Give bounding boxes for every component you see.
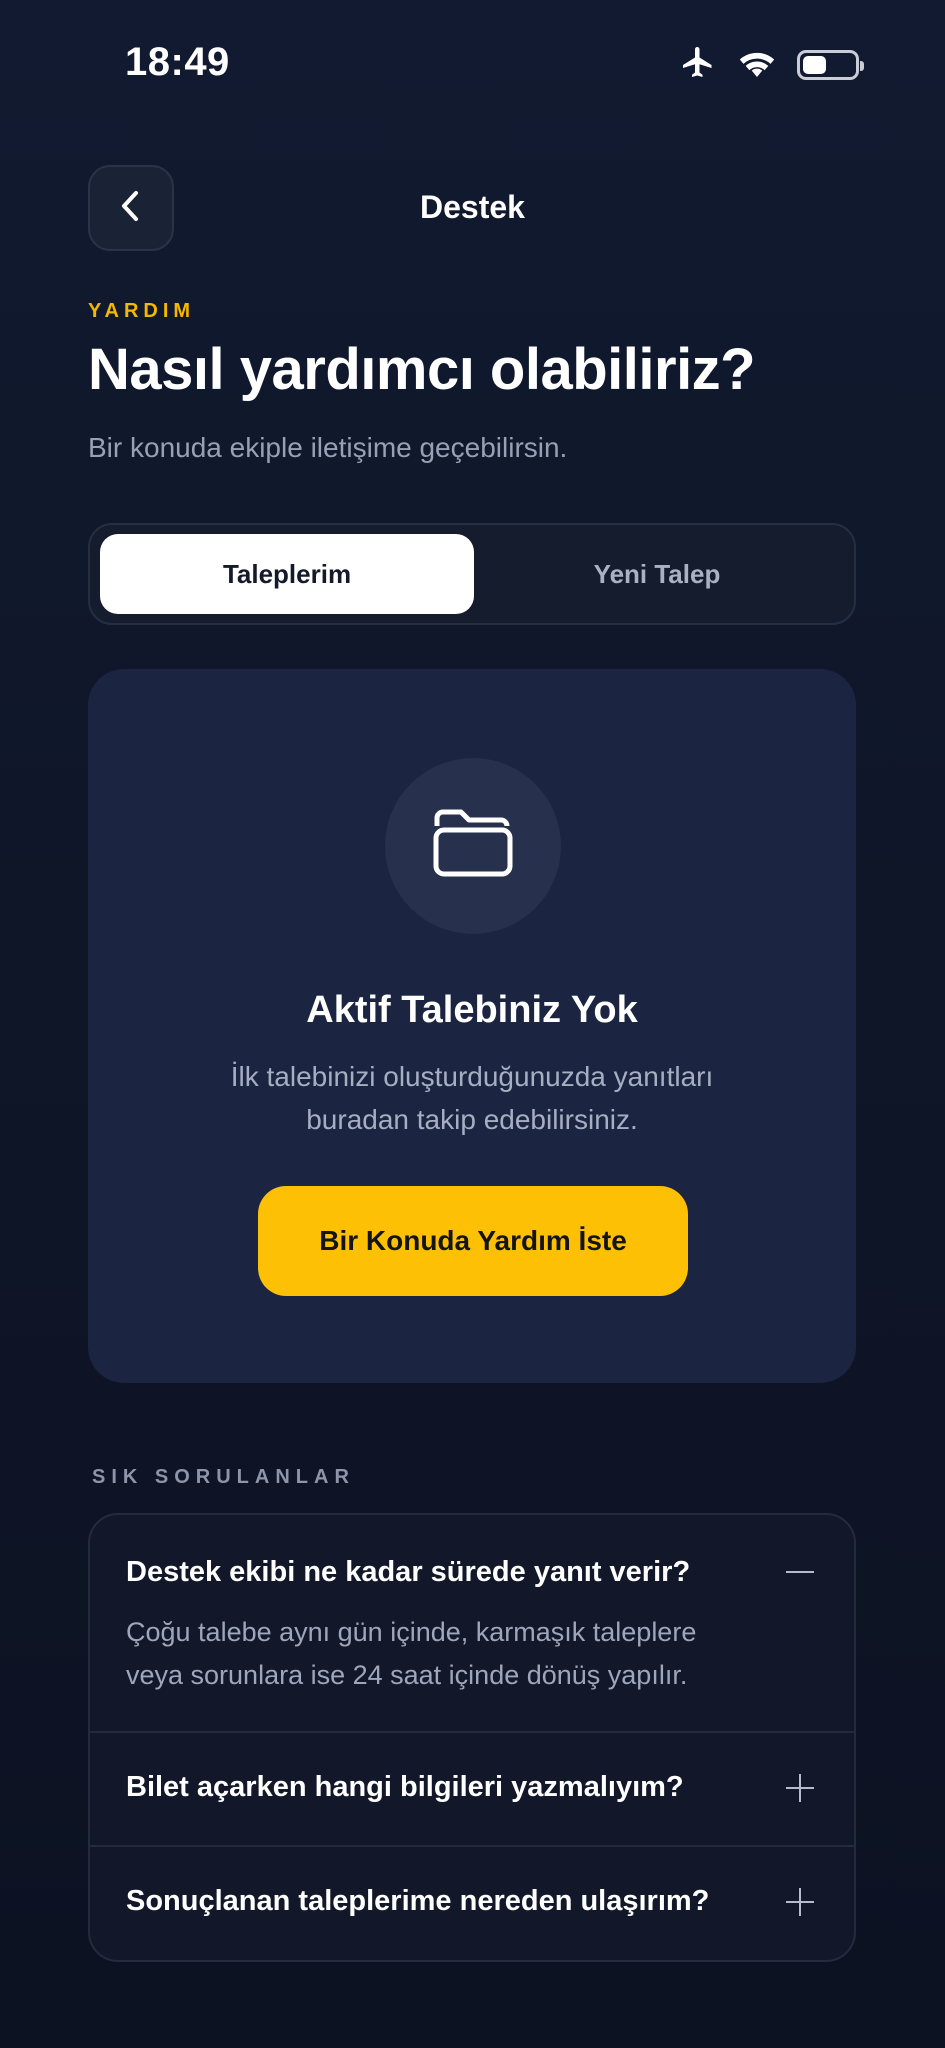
section-eyebrow: YARDIM (88, 300, 196, 322)
folder-icon (431, 808, 515, 885)
wifi-icon (737, 46, 777, 83)
subtitle: Bir konuda ekiple iletişime geçebilirsin… (88, 432, 568, 463)
navigation-bar: Destek (0, 165, 945, 251)
faq-list: Destek ekibi ne kadar sürede yanıt verir… (88, 1513, 856, 1962)
battery-level (803, 55, 826, 74)
faq-answer: Çoğu talebe aynı gün içinde, karmaşık ta… (126, 1611, 794, 1697)
minus-icon[interactable] (786, 1558, 814, 1586)
battery-icon (797, 49, 864, 80)
faq-item[interactable]: Bilet açarken hangi bilgileri yazmalıyım… (90, 1731, 854, 1847)
segmented-control: Taleplerim Yeni Talep (88, 523, 856, 625)
faq-answer-line: Çoğu talebe aynı gün içinde, karmaşık ta… (126, 1617, 697, 1647)
faq-question: Destek ekibi ne kadar sürede yanıt verir… (126, 1556, 691, 1588)
tab-yeni-talep[interactable]: Yeni Talep (470, 534, 844, 614)
faq-question: Sonuçlanan taleplerime nereden ulaşırım? (126, 1885, 710, 1917)
airplane-icon (679, 44, 717, 85)
request-help-button[interactable]: Bir Konuda Yardım İste (258, 1186, 688, 1296)
plus-icon[interactable] (786, 1888, 814, 1916)
faq-answer-line: veya sorunlara ise 24 saat içinde dönüş … (126, 1660, 688, 1690)
status-icons (679, 44, 864, 85)
tab-taleplerim[interactable]: Taleplerim (100, 534, 474, 614)
empty-state-description-line: buradan takip edebilirsiniz. (306, 1104, 638, 1135)
faq-question: Bilet açarken hangi bilgileri yazmalıyım… (126, 1771, 684, 1803)
plus-icon[interactable] (786, 1774, 814, 1802)
faq-heading: SIK SORULANLAR (92, 1466, 355, 1488)
page-title: Destek (420, 189, 525, 225)
empty-state-card: Aktif Talebiniz Yok İlk talebinizi oluşt… (88, 669, 856, 1383)
headline: Nasıl yardımcı olabiliriz? (88, 337, 756, 402)
empty-state-description: İlk talebinizi oluşturduğunuzda yanıtlar… (148, 1055, 796, 1141)
empty-state-description-line: İlk talebinizi oluşturduğunuzda yanıtlar… (230, 1061, 714, 1092)
folder-icon-badge (385, 758, 561, 934)
empty-state-title: Aktif Talebiniz Yok (306, 989, 638, 1031)
faq-item[interactable]: Destek ekibi ne kadar sürede yanıt verir… (90, 1515, 854, 1731)
faq-item[interactable]: Sonuçlanan taleplerime nereden ulaşırım? (90, 1845, 854, 1960)
status-time: 18:49 (125, 40, 230, 84)
status-bar: 18:49 (0, 0, 945, 130)
